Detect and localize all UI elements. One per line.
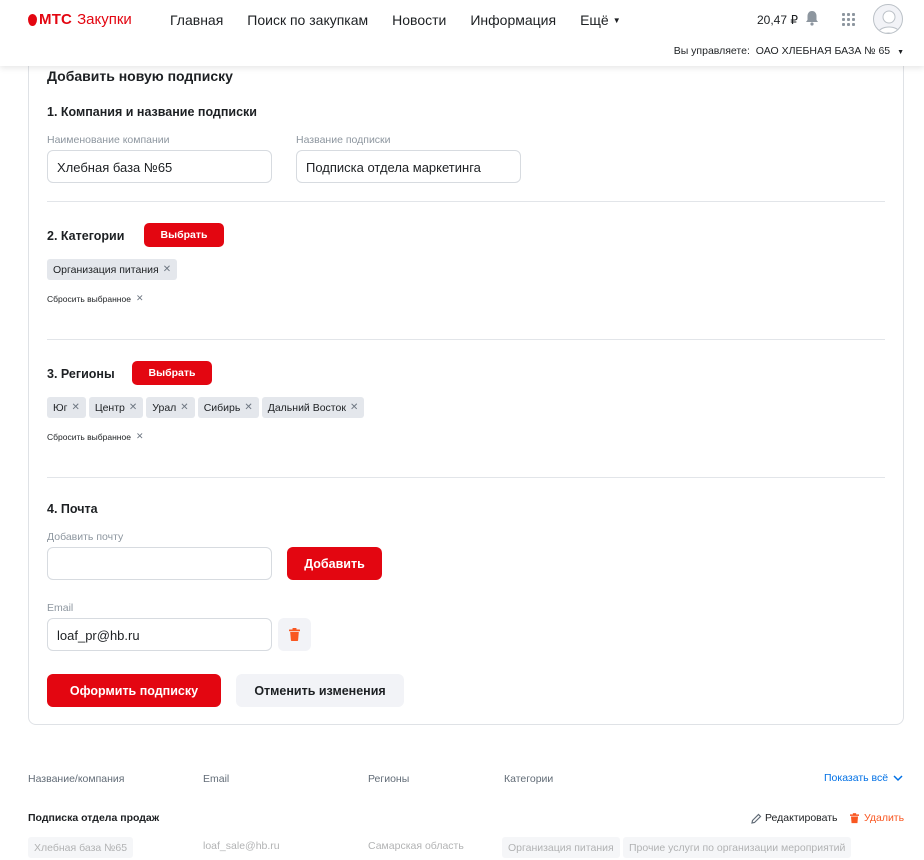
chip-label: Юг (53, 401, 68, 414)
subscription-name-label: Название подписки (296, 134, 391, 146)
add-email-button[interactable]: Добавить (287, 547, 382, 580)
show-all-link[interactable]: Показать всё (824, 772, 905, 784)
apps-grid-icon[interactable] (842, 13, 855, 26)
divider (47, 339, 885, 340)
close-icon[interactable]: ✕ (163, 264, 171, 275)
reset-regions[interactable]: Сбросить выбранное ✕ (47, 431, 143, 442)
select-categories-button[interactable]: Выбрать (144, 223, 224, 247)
section-company-title: 1. Компания и название подписки (47, 105, 257, 119)
edit-label: Редактировать (765, 812, 838, 824)
divider (47, 201, 885, 202)
chip-label: Центр (94, 401, 125, 414)
divider (47, 477, 885, 478)
manager-label: Вы управляете: (673, 45, 750, 57)
row-region: Самарская область (368, 840, 464, 852)
nav-news[interactable]: Новости (392, 12, 446, 28)
company-field[interactable]: Хлебная база №65 (47, 150, 272, 183)
section-regions-title: 3. Регионы (47, 367, 115, 381)
org-switcher[interactable]: Вы управляете: ОАО ХЛЕБНАЯ БАЗА № 65 ▼ (674, 45, 904, 57)
manager-org: ОАО ХЛЕБНАЯ БАЗА № 65 (755, 45, 891, 57)
top-header: МТС Закупки Главная Поиск по закупкам Но… (0, 0, 924, 66)
caret-down-icon: ▼ (612, 15, 621, 25)
reset-label: Сбросить выбранное (47, 431, 131, 442)
section-categories-title: 2. Категории (47, 229, 125, 243)
row-category-chip: Прочие услуги по организации мероприятий (623, 837, 852, 858)
mts-logo[interactable]: МТС Закупки (28, 11, 132, 28)
mts-egg-icon (28, 13, 37, 26)
chip-label: Дальний Восток (267, 401, 346, 414)
close-icon[interactable]: ✕ (350, 402, 358, 413)
nav-search[interactable]: Поиск по закупкам (247, 12, 368, 28)
show-all-label: Показать всё (824, 772, 889, 784)
category-chip: Организация питания ✕ (47, 259, 178, 280)
balance[interactable]: 20,47 ₽ (757, 13, 798, 27)
nav-more[interactable]: Ещё ▼ (580, 12, 621, 28)
delete-label: Удалить (864, 812, 905, 824)
chip-label: Урал (152, 401, 177, 414)
chevron-down-icon (893, 775, 903, 782)
email-field[interactable]: loaf_pr@hb.ru (47, 618, 272, 651)
row-category-chip: Организация питания (502, 837, 620, 858)
caret-down-icon: ▼ (897, 49, 904, 56)
region-chip: Дальний Восток ✕ (261, 397, 365, 418)
region-chip: Урал ✕ (146, 397, 195, 418)
bell-icon[interactable] (805, 10, 819, 26)
cancel-changes-button[interactable]: Отменить изменения (236, 674, 404, 707)
chip-label: Организация питания (53, 263, 159, 276)
pencil-icon (751, 813, 762, 824)
region-chip: Юг ✕ (47, 397, 86, 418)
avatar[interactable] (873, 4, 903, 34)
row-email: loaf_sale@hb.ru (203, 840, 280, 852)
section-email-title: 4. Почта (47, 502, 98, 516)
chip-label: Сибирь (203, 401, 241, 414)
close-icon: ✕ (135, 293, 144, 303)
select-regions-button[interactable]: Выбрать (132, 361, 212, 385)
subscription-row-title: Подписка отдела продаж (28, 812, 160, 824)
close-icon: ✕ (135, 431, 144, 441)
column-header-name: Название/компания (28, 773, 125, 785)
close-icon[interactable]: ✕ (71, 402, 79, 413)
close-icon[interactable]: ✕ (180, 402, 188, 413)
form-title: Добавить новую подписку (47, 68, 233, 84)
column-header-regions: Регионы (368, 773, 410, 785)
company-field-label: Наименование компании (47, 134, 170, 146)
row-company: Хлебная база №65 (28, 837, 134, 858)
email-label: Email (47, 602, 74, 614)
trash-icon (289, 628, 300, 641)
reset-label: Сбросить выбранное (47, 293, 131, 304)
logo-subtitle: Закупки (77, 11, 132, 28)
column-header-email: Email (203, 773, 230, 785)
delete-email-button[interactable] (278, 618, 311, 651)
subscription-name-field[interactable]: Подписка отдела маркетинга (296, 150, 521, 183)
main-nav: Главная Поиск по закупкам Новости Информ… (170, 12, 645, 28)
region-chip: Сибирь ✕ (197, 397, 259, 418)
close-icon[interactable]: ✕ (129, 402, 137, 413)
trash-icon (850, 812, 859, 823)
region-chips: Юг ✕ Центр ✕ Урал ✕ Сибирь ✕ Дальний Восток ✕ (47, 397, 365, 418)
nav-more-label: Ещё (580, 12, 609, 28)
edit-subscription-button[interactable]: Редактировать (751, 812, 838, 824)
add-email-field[interactable] (47, 547, 272, 580)
nav-home[interactable]: Главная (170, 12, 223, 28)
nav-info[interactable]: Информация (470, 12, 556, 28)
add-email-label: Добавить почту (47, 531, 124, 543)
logo-brand: МТС (39, 11, 73, 28)
region-chip: Центр ✕ (88, 397, 144, 418)
column-header-categories: Категории (504, 773, 554, 785)
category-chips: Организация питания ✕ (47, 259, 178, 280)
subscription-form: Добавить новую подписку 1. Компания и на… (28, 50, 904, 725)
reset-categories[interactable]: Сбросить выбранное ✕ (47, 293, 143, 304)
close-icon[interactable]: ✕ (244, 402, 252, 413)
submit-subscription-button[interactable]: Оформить подписку (47, 674, 221, 707)
delete-subscription-button[interactable]: Удалить (850, 812, 904, 824)
